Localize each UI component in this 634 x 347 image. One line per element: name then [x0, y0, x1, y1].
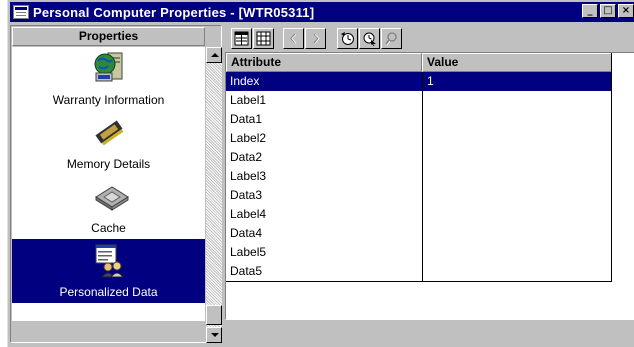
attributes-grid: Attribute Value Index 1 Label1 Data1 Lab…	[225, 52, 634, 320]
scroll-up-button[interactable]	[206, 47, 222, 63]
attribute-cell[interactable]: Data1	[226, 110, 422, 129]
restore-button[interactable]: □	[600, 4, 616, 18]
table-row[interactable]: Label2	[226, 129, 634, 148]
table-row[interactable]: Data2	[226, 148, 634, 167]
arrow-down-icon	[211, 333, 219, 337]
properties-panel: Properties Warranty Information Memory D…	[10, 25, 222, 343]
warranty-icon	[94, 52, 123, 82]
scroll-track[interactable]	[206, 63, 222, 327]
clock-cursor-icon	[363, 32, 376, 46]
properties-header[interactable]: Properties	[12, 27, 205, 46]
column-header-value[interactable]: Value	[422, 53, 612, 72]
form-view-button[interactable]	[231, 28, 252, 49]
cache-chip-icon	[95, 186, 129, 211]
minimize-button[interactable]: _	[582, 4, 598, 18]
personalized-data-icon	[95, 244, 125, 278]
attribute-cell[interactable]: Data5	[226, 262, 422, 281]
minimize-icon: _	[587, 5, 593, 16]
table-row[interactable]: Data4	[226, 224, 634, 243]
attribute-cell[interactable]: Data2	[226, 148, 422, 167]
property-item-label: Warranty Information	[52, 93, 165, 107]
next-icon	[313, 33, 320, 44]
value-cell[interactable]	[423, 205, 612, 224]
clock-button[interactable]	[337, 28, 358, 49]
scroll-down-button[interactable]	[206, 327, 222, 343]
table-row[interactable]: Data3	[226, 186, 634, 205]
window-controls: _ □ ×	[580, 4, 634, 18]
search-icon	[385, 32, 397, 46]
property-item-warranty[interactable]: Warranty Information	[12, 47, 205, 111]
attribute-cell[interactable]: Label4	[226, 205, 422, 224]
attribute-cell[interactable]: Data4	[226, 224, 422, 243]
clock-icon	[341, 32, 354, 45]
grid-view-icon	[256, 31, 271, 46]
grid-view-button[interactable]	[253, 28, 274, 49]
attributes-panel: Attribute Value Index 1 Label1 Data1 Lab…	[225, 25, 634, 343]
previous-button[interactable]	[283, 28, 304, 49]
value-cell[interactable]	[423, 110, 612, 129]
attribute-cell[interactable]: Label2	[226, 129, 422, 148]
scroll-thumb[interactable]	[206, 305, 222, 325]
table-row[interactable]: Data5	[226, 262, 634, 281]
previous-icon	[290, 33, 297, 44]
table-row[interactable]: Label4	[226, 205, 634, 224]
property-item-label: Memory Details	[66, 157, 151, 171]
attribute-cell[interactable]: Index	[226, 72, 422, 91]
properties-scrollbar[interactable]	[206, 47, 222, 343]
attribute-cell[interactable]: Label5	[226, 243, 422, 262]
value-cell[interactable]	[423, 224, 612, 243]
attribute-cell[interactable]: Label1	[226, 91, 422, 110]
memory-chip-icon	[95, 120, 124, 146]
window-title: Personal Computer Properties - [WTR05311…	[33, 4, 315, 20]
value-cell[interactable]	[423, 186, 612, 205]
property-item-label: Cache	[91, 221, 126, 235]
toolbar	[225, 25, 634, 52]
column-divider	[422, 72, 423, 281]
property-item-memory[interactable]: Memory Details	[12, 111, 205, 175]
table-row[interactable]: Label1	[226, 91, 634, 110]
value-cell[interactable]	[423, 243, 612, 262]
properties-list: Warranty Information Memory Details Cach…	[12, 47, 205, 321]
table-row[interactable]: Label5	[226, 243, 634, 262]
table-row[interactable]: Index 1	[226, 72, 634, 91]
clock-cursor-button[interactable]	[359, 28, 380, 49]
property-item-label: Personalized Data	[59, 285, 158, 299]
search-button[interactable]	[381, 28, 402, 49]
restore-icon: □	[603, 5, 613, 16]
grid-bottom-line	[226, 281, 612, 282]
value-cell[interactable]	[423, 129, 612, 148]
property-item-cache[interactable]: Cache	[12, 175, 205, 239]
close-icon: ×	[621, 5, 631, 16]
column-divider	[611, 53, 612, 282]
table-row[interactable]: Data1	[226, 110, 634, 129]
app-icon[interactable]	[13, 5, 29, 19]
value-cell[interactable]	[423, 167, 612, 186]
value-cell[interactable]	[423, 148, 612, 167]
arrow-up-icon	[211, 53, 219, 57]
value-cell[interactable]	[423, 262, 612, 281]
column-header-attribute[interactable]: Attribute	[226, 53, 422, 72]
attribute-cell[interactable]: Data3	[226, 186, 422, 205]
title-bar[interactable]: Personal Computer Properties - [WTR05311…	[10, 2, 634, 22]
close-button[interactable]: ×	[618, 4, 634, 18]
attribute-cell[interactable]: Label3	[226, 167, 422, 186]
application-window: Personal Computer Properties - [WTR05311…	[7, 0, 634, 347]
next-button[interactable]	[305, 28, 326, 49]
value-cell[interactable]	[423, 91, 612, 110]
table-row[interactable]: Label3	[226, 167, 634, 186]
form-view-icon	[234, 31, 249, 46]
property-item-personalized[interactable]: Personalized Data	[12, 239, 205, 303]
value-cell[interactable]: 1	[423, 72, 612, 91]
